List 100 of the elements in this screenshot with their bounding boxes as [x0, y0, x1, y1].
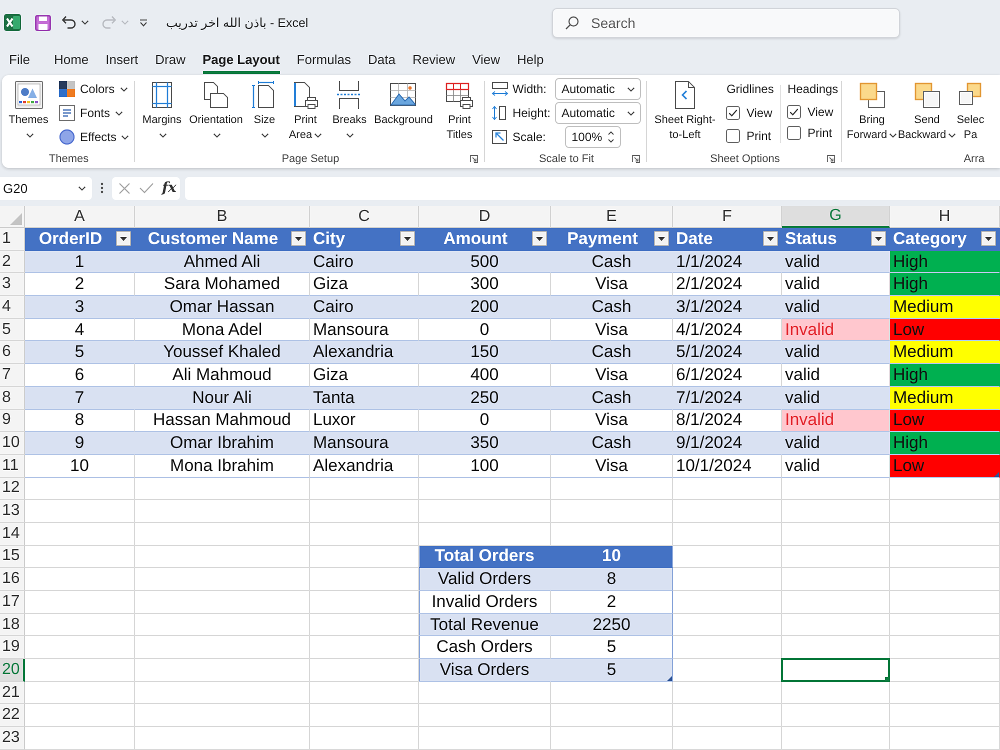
caret-icon[interactable]: [261, 132, 270, 138]
search-field[interactable]: Search: [552, 8, 900, 38]
filter-button[interactable]: [532, 231, 547, 246]
menu-tab[interactable]: Data: [368, 47, 396, 74]
row-header[interactable]: 1: [0, 228, 25, 251]
filter-button[interactable]: [116, 231, 131, 246]
row-header[interactable]: 17: [0, 591, 25, 614]
checkbox-label[interactable]: Print: [746, 128, 772, 142]
dropdown-field[interactable]: Automatic: [555, 102, 642, 124]
menu-tab[interactable]: Formulas: [296, 47, 351, 74]
column-header[interactable]: H: [890, 206, 1000, 228]
column-header[interactable]: A: [25, 206, 135, 228]
ribbon-button[interactable]: Size: [247, 75, 282, 150]
column-header[interactable]: E: [551, 206, 673, 228]
column-header[interactable]: F: [673, 206, 782, 228]
caret-icon[interactable]: [627, 86, 636, 92]
ribbon-button[interactable]: Background: [371, 75, 436, 150]
ribbon-button[interactable]: Print Area: [283, 75, 328, 150]
ribbon-button[interactable]: Fonts: [57, 101, 132, 125]
caret-icon[interactable]: [120, 86, 128, 92]
checkbox[interactable]: [726, 128, 740, 142]
filter-button[interactable]: [871, 231, 886, 246]
filter-button[interactable]: [291, 231, 306, 246]
ribbon-button[interactable]: Sheet Right-to-Left: [651, 75, 718, 150]
spin-arrows-icon[interactable]: [607, 130, 616, 144]
dialog-launcher-icon[interactable]: [632, 155, 640, 163]
save-icon[interactable]: [35, 14, 51, 30]
checkbox-label[interactable]: Print: [807, 126, 832, 140]
row-header[interactable]: 6: [0, 341, 25, 364]
ribbon-button[interactable]: Send Backward: [897, 75, 956, 150]
caret-icon[interactable]: [627, 110, 636, 116]
caret-icon[interactable]: [81, 20, 89, 25]
row-header[interactable]: 7: [0, 364, 25, 387]
column-header[interactable]: C: [310, 206, 419, 228]
row-header[interactable]: 18: [0, 614, 25, 636]
spinner-field[interactable]: 100%: [565, 126, 622, 148]
menu-tab[interactable]: Insert: [106, 47, 138, 74]
row-header[interactable]: 22: [0, 704, 25, 728]
ribbon-button[interactable]: Selec Pa: [956, 75, 984, 150]
ribbon-button[interactable]: Colors: [57, 77, 132, 101]
filter-button[interactable]: [400, 231, 415, 246]
ribbon-button[interactable]: Print Titles: [437, 75, 482, 150]
undo-icon[interactable]: [61, 15, 77, 30]
caret-icon[interactable]: [948, 132, 956, 138]
row-header[interactable]: 5: [0, 318, 25, 342]
ribbon-button[interactable]: Orientation: [186, 75, 246, 150]
row-header[interactable]: 4: [0, 296, 25, 319]
menu-tab[interactable]: Help: [517, 47, 544, 74]
ribbon-button[interactable]: Effects: [57, 125, 132, 149]
row-header[interactable]: 21: [0, 682, 25, 704]
dialog-launcher-icon[interactable]: [470, 155, 478, 163]
filter-button[interactable]: [654, 231, 669, 246]
vertical-dots-icon[interactable]: [100, 182, 104, 194]
checkbox[interactable]: [726, 106, 740, 120]
column-header[interactable]: B: [135, 206, 310, 228]
menu-tab[interactable]: View: [472, 47, 500, 74]
row-header[interactable]: 10: [0, 432, 25, 455]
checkbox-label[interactable]: View: [807, 104, 834, 118]
row-header[interactable]: 19: [0, 636, 25, 660]
caret-icon[interactable]: [212, 132, 221, 138]
row-header[interactable]: 13: [0, 500, 25, 523]
column-header[interactable]: D: [419, 206, 551, 228]
row-header[interactable]: 23: [0, 727, 25, 750]
filter-button[interactable]: [763, 231, 778, 246]
row-header[interactable]: 11: [0, 454, 25, 478]
row-header[interactable]: 20: [0, 659, 25, 682]
dropdown-field[interactable]: Automatic: [555, 78, 642, 100]
caret-icon[interactable]: [78, 186, 86, 190]
column-header[interactable]: G: [782, 206, 890, 228]
menu-tab[interactable]: File: [9, 47, 30, 74]
tick-icon[interactable]: [139, 182, 154, 194]
ribbon-button[interactable]: Breaks: [329, 75, 370, 150]
row-header[interactable]: 2: [0, 250, 25, 274]
cross-icon[interactable]: [118, 182, 131, 194]
filter-button[interactable]: [981, 231, 996, 246]
caret-icon[interactable]: [346, 132, 354, 138]
checkbox[interactable]: [787, 126, 802, 140]
ribbon-button[interactable]: Bring Forward: [846, 75, 898, 150]
menu-tab[interactable]: Review: [412, 47, 456, 74]
row-header[interactable]: 14: [0, 522, 25, 546]
customize-toolbar-icon[interactable]: [139, 18, 148, 26]
row-header[interactable]: 15: [0, 546, 25, 568]
caret-icon[interactable]: [314, 132, 322, 138]
row-header[interactable]: 16: [0, 568, 25, 591]
caret-icon[interactable]: [26, 132, 34, 138]
row-header[interactable]: 12: [0, 478, 25, 500]
ribbon-button[interactable]: Margins: [139, 75, 184, 150]
caret-icon[interactable]: [158, 132, 167, 138]
insert-function-button[interactable]: fx: [162, 180, 176, 196]
name-box[interactable]: G20: [0, 176, 92, 200]
caret-icon[interactable]: [889, 132, 898, 138]
row-header[interactable]: 9: [0, 410, 25, 432]
row-header[interactable]: 3: [0, 273, 25, 296]
dialog-launcher-icon[interactable]: [827, 155, 836, 163]
select-all-triangle-icon[interactable]: [10, 213, 22, 225]
caret-icon[interactable]: [115, 110, 124, 116]
checkbox-label[interactable]: View: [746, 106, 772, 120]
checkbox[interactable]: [787, 104, 802, 118]
menu-tab[interactable]: Draw: [155, 47, 186, 74]
menu-tab[interactable]: Home: [54, 47, 89, 74]
